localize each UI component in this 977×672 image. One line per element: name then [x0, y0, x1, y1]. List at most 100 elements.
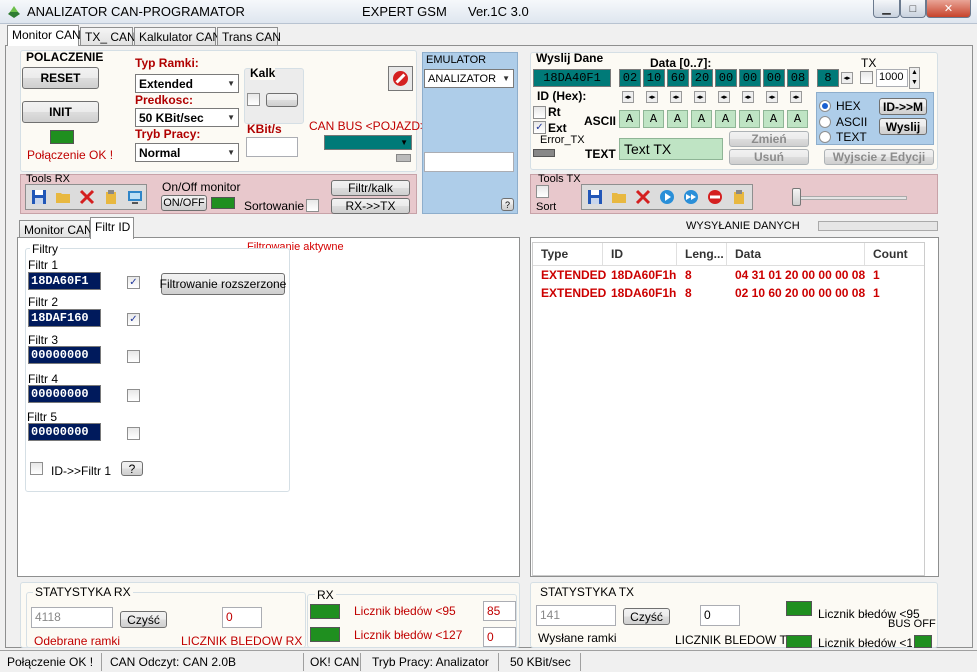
- save-icon[interactable]: [585, 187, 605, 207]
- text-radio[interactable]: [819, 131, 831, 143]
- exit-edit-button[interactable]: Wyjscie z Edycji: [824, 149, 934, 165]
- ascii-cell-1[interactable]: A: [643, 110, 664, 128]
- delete-icon[interactable]: [77, 187, 97, 207]
- data-byte-0[interactable]: 02: [619, 69, 641, 87]
- filter-3-input[interactable]: 00000000: [28, 346, 101, 364]
- rx-tx-button[interactable]: RX->>TX: [331, 198, 410, 214]
- folder-icon[interactable]: [609, 187, 629, 207]
- col-data[interactable]: Data: [727, 243, 865, 265]
- data-byte-6[interactable]: 00: [763, 69, 785, 87]
- canbus-select[interactable]: ▼: [324, 135, 412, 150]
- byte-spinner-0[interactable]: ◂▸: [622, 91, 634, 103]
- data-byte-2[interactable]: 60: [667, 69, 689, 87]
- emulator-help-button[interactable]: ?: [501, 198, 514, 211]
- stop-icon[interactable]: [705, 187, 725, 207]
- filter-4-input[interactable]: 00000000: [28, 385, 101, 403]
- filter-2-checkbox[interactable]: ✓: [127, 313, 140, 326]
- filter-help-button[interactable]: ?: [121, 461, 143, 476]
- clipboard-icon[interactable]: [729, 187, 749, 207]
- filter-1-checkbox[interactable]: ✓: [127, 276, 140, 289]
- rx-errors-input[interactable]: 0: [222, 607, 262, 628]
- rx-err127-value[interactable]: 0: [483, 627, 516, 647]
- ascii-cell-3[interactable]: A: [691, 110, 712, 128]
- subtab-filtr-id[interactable]: Filtr ID: [90, 217, 134, 239]
- tab-tx-can[interactable]: TX_ CAN: [80, 27, 136, 46]
- table-row[interactable]: EXTENDED 18DA60F1h 8 02 10 60 20 00 00 0…: [533, 284, 924, 302]
- col-length[interactable]: Leng...: [677, 243, 727, 265]
- mode-select[interactable]: Normal ▼: [135, 143, 239, 162]
- data-byte-1[interactable]: 10: [643, 69, 665, 87]
- data-byte-4[interactable]: 00: [715, 69, 737, 87]
- filtr-kalk-button[interactable]: Filtr/kalk: [331, 180, 410, 196]
- ascii-cell-2[interactable]: A: [667, 110, 688, 128]
- tx-count-input[interactable]: 141: [536, 605, 616, 626]
- clipboard-icon[interactable]: [101, 187, 121, 207]
- filter-1-input[interactable]: 18DA60F1: [28, 272, 101, 290]
- byte-spinner-4[interactable]: ◂▸: [718, 91, 730, 103]
- usun-button[interactable]: Usuń: [729, 149, 809, 165]
- ascii-cell-7[interactable]: A: [787, 110, 808, 128]
- text-input[interactable]: Text TX: [619, 138, 723, 160]
- subtab-monitor-can[interactable]: Monitor CAN: [19, 220, 93, 238]
- zmien-button[interactable]: Zmień: [729, 131, 809, 147]
- ascii-cell-6[interactable]: A: [763, 110, 784, 128]
- onoff-button[interactable]: ON/OFF: [161, 195, 207, 211]
- rx-err95-value[interactable]: 85: [483, 601, 516, 621]
- tx-checkbox[interactable]: [860, 71, 873, 84]
- byte-spinner-6[interactable]: ◂▸: [766, 91, 778, 103]
- filter-5-input[interactable]: 00000000: [28, 423, 101, 441]
- filter-3-checkbox[interactable]: [127, 350, 140, 363]
- tx-clear-button[interactable]: Czyść: [623, 608, 670, 625]
- delete-icon[interactable]: [633, 187, 653, 207]
- tx-errors-input[interactable]: 0: [700, 605, 740, 626]
- close-button[interactable]: ✕: [926, 0, 971, 18]
- init-button[interactable]: INIT: [22, 101, 99, 123]
- kalk-button[interactable]: [266, 93, 298, 107]
- maximize-button[interactable]: □: [900, 0, 926, 18]
- dlc-input[interactable]: 8: [817, 69, 839, 87]
- tab-monitor-can[interactable]: Monitor CAN: [7, 25, 81, 46]
- tx-slider-track[interactable]: [793, 196, 907, 200]
- rt-checkbox[interactable]: [533, 106, 546, 119]
- id-filtr-checkbox[interactable]: [30, 462, 43, 475]
- ascii-cell-4[interactable]: A: [715, 110, 736, 128]
- rx-count-input[interactable]: 4118: [31, 607, 113, 628]
- fast-forward-icon[interactable]: [681, 187, 701, 207]
- data-byte-7[interactable]: 08: [787, 69, 809, 87]
- extended-filter-button[interactable]: Filtrowanie rozszerzone: [160, 273, 286, 295]
- emulator-input[interactable]: [424, 152, 514, 172]
- dlc-spinner[interactable]: ◂▸: [841, 72, 853, 84]
- stop-button[interactable]: [388, 66, 413, 91]
- data-byte-3[interactable]: 20: [691, 69, 713, 87]
- kbit-input[interactable]: [246, 137, 298, 157]
- monitor-icon[interactable]: [125, 187, 145, 207]
- wyslij-button[interactable]: Wyslij: [879, 118, 927, 135]
- play-icon[interactable]: [657, 187, 677, 207]
- rx-clear-button[interactable]: Czyść: [120, 611, 167, 628]
- tab-trans-can[interactable]: Trans CAN: [217, 27, 281, 46]
- col-type[interactable]: Type: [533, 243, 603, 265]
- save-icon[interactable]: [29, 187, 49, 207]
- data-byte-5[interactable]: 00: [739, 69, 761, 87]
- col-id[interactable]: ID: [603, 243, 677, 265]
- col-count[interactable]: Count: [865, 243, 923, 265]
- kalk-checkbox[interactable]: [247, 93, 260, 106]
- byte-spinner-2[interactable]: ◂▸: [670, 91, 682, 103]
- tab-kalkulator-can[interactable]: Kalkulator CAN: [134, 27, 221, 46]
- period-spinner[interactable]: ▲ ▼: [909, 67, 920, 89]
- id-to-m-button[interactable]: ID->>M: [879, 98, 927, 115]
- filter-2-input[interactable]: 18DAF160: [28, 309, 101, 327]
- sort-tx-checkbox[interactable]: [536, 185, 549, 198]
- minimize-button[interactable]: ▁: [873, 0, 900, 18]
- folder-icon[interactable]: [53, 187, 73, 207]
- byte-spinner-7[interactable]: ◂▸: [790, 91, 802, 103]
- tx-slider-handle[interactable]: [792, 188, 801, 206]
- emulator-select[interactable]: ANALIZATOR ▼: [424, 69, 514, 88]
- id-input[interactable]: 18DA40F1: [533, 69, 611, 87]
- ascii-cell-5[interactable]: A: [739, 110, 760, 128]
- ext-checkbox[interactable]: ✓: [533, 121, 546, 134]
- period-input[interactable]: 1000: [876, 69, 908, 87]
- byte-spinner-5[interactable]: ◂▸: [742, 91, 754, 103]
- byte-spinner-3[interactable]: ◂▸: [694, 91, 706, 103]
- frame-type-select[interactable]: Extended ▼: [135, 74, 239, 93]
